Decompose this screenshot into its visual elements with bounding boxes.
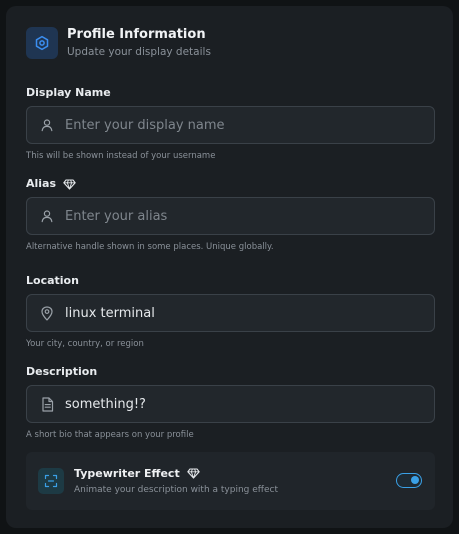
user-icon	[39, 117, 55, 133]
user-icon	[39, 208, 55, 224]
typewriter-effect-title: Typewriter Effect	[74, 466, 180, 480]
description-input-wrapper[interactable]	[26, 385, 435, 423]
typewriter-effect-description: Animate your description with a typing e…	[74, 484, 278, 495]
display-name-label: Display Name	[26, 86, 111, 99]
typewriter-effect-toggle[interactable]	[396, 473, 422, 488]
display-name-hint: This will be shown instead of your usern…	[26, 151, 216, 161]
scan-text-icon	[38, 468, 64, 494]
description-hint: A short bio that appears on your profile	[26, 430, 194, 440]
location-input[interactable]	[65, 305, 405, 321]
page-subtitle: Update your display details	[67, 46, 211, 58]
profile-information-card: Profile Information Update your display …	[6, 6, 453, 528]
location-field-group: Location Your city, country, or region	[26, 274, 435, 350]
alias-input-wrapper[interactable]	[26, 197, 435, 235]
display-name-input-wrapper[interactable]	[26, 106, 435, 144]
page-title: Profile Information	[67, 27, 206, 42]
description-label: Description	[26, 365, 98, 378]
display-name-field-group: Display Name This will be shown instead …	[26, 86, 435, 162]
display-name-input[interactable]	[65, 117, 405, 133]
gem-icon	[186, 468, 200, 479]
card-header: Profile Information Update your display …	[26, 26, 211, 60]
map-pin-icon	[39, 305, 55, 321]
alias-hint: Alternative handle shown in some places.…	[26, 242, 274, 252]
description-input[interactable]	[65, 396, 405, 412]
file-text-icon	[39, 396, 55, 412]
location-input-wrapper[interactable]	[26, 294, 435, 332]
gem-icon	[63, 178, 76, 190]
hexagon-settings-icon	[26, 27, 58, 59]
toggle-knob	[411, 476, 419, 484]
alias-input[interactable]	[65, 208, 405, 224]
location-hint: Your city, country, or region	[26, 339, 144, 349]
alias-field-group: Alias Alternative handle shown in some p…	[26, 177, 435, 253]
location-label: Location	[26, 274, 79, 287]
alias-label: Alias	[26, 177, 57, 190]
typewriter-effect-setting: Typewriter Effect Animate your descripti…	[26, 452, 435, 510]
description-field-group: Description A short bio that appears on …	[26, 365, 435, 441]
